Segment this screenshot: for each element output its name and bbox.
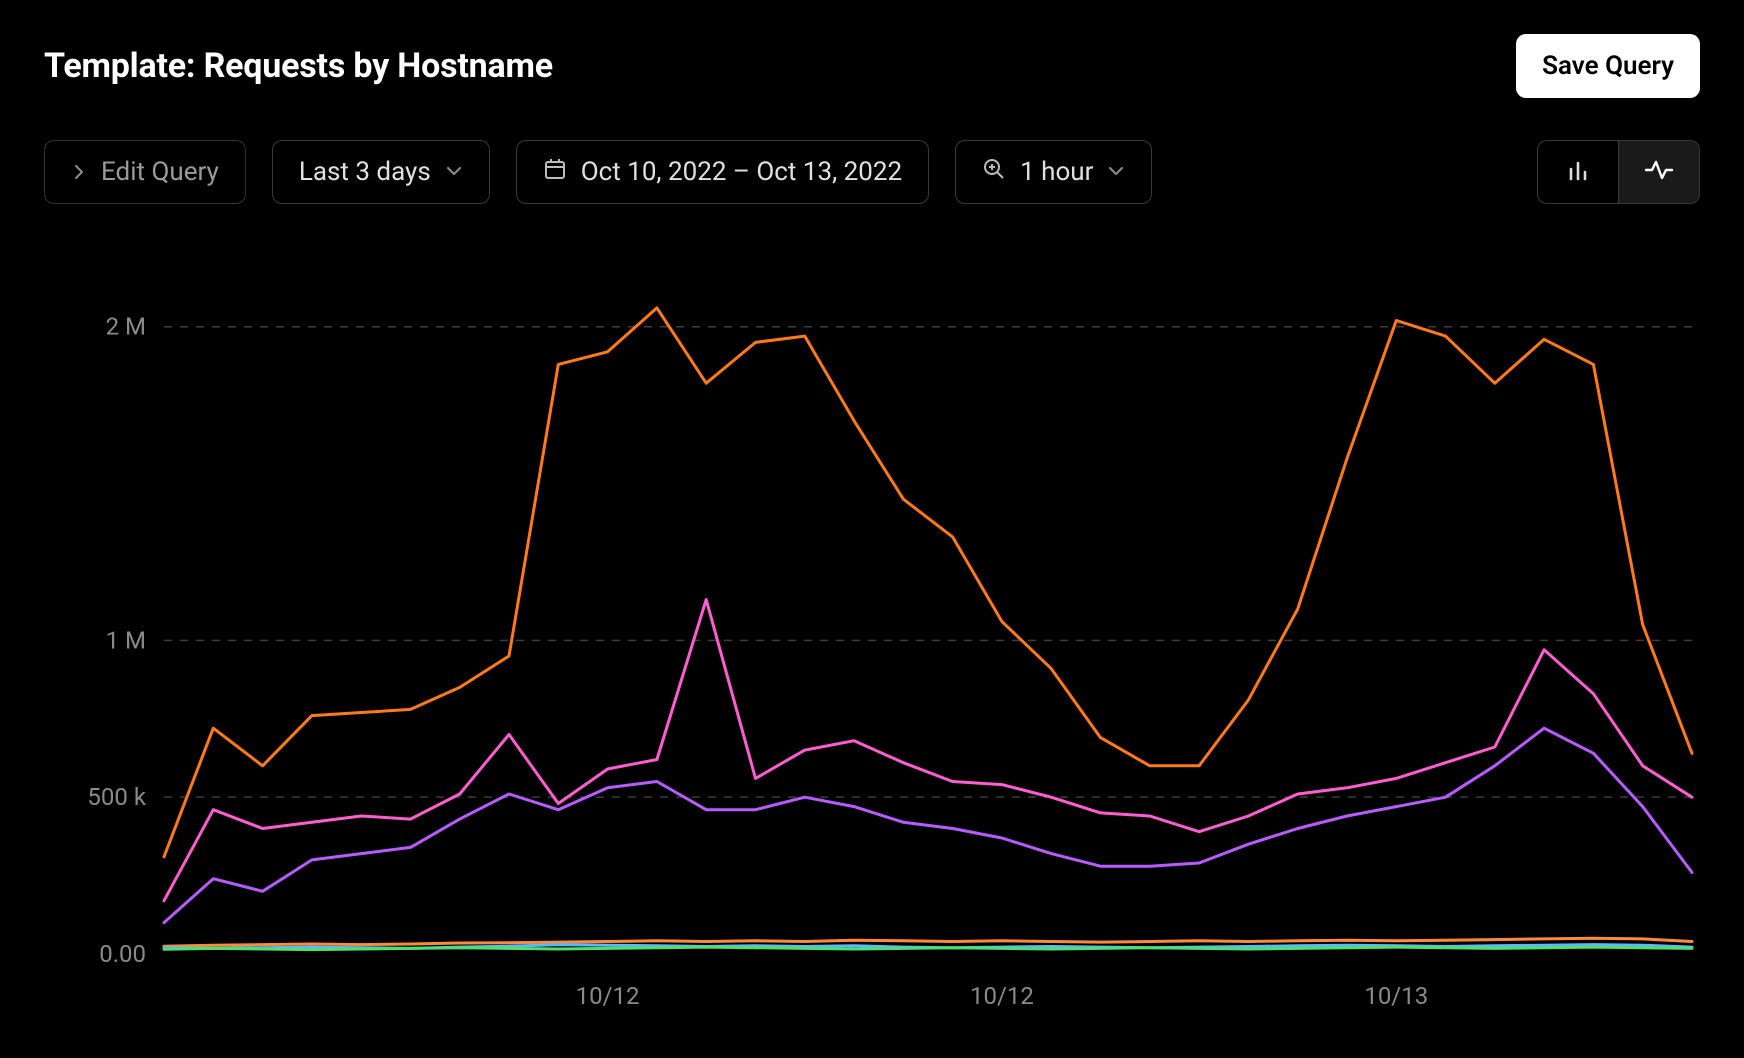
- chart[interactable]: 0.00 500 k 1 M 2 M 10/12 10/12 10/13: [44, 234, 1700, 1034]
- x-axis-tick-label: 10/12: [576, 982, 640, 1010]
- chart-type-toggle: [1537, 140, 1700, 204]
- chevron-down-icon: [1107, 157, 1125, 187]
- save-query-button[interactable]: Save Query: [1516, 34, 1700, 98]
- interval-select[interactable]: 1 hour: [955, 140, 1152, 204]
- time-range-label: Last 3 days: [299, 157, 431, 187]
- chevron-right-icon: [71, 157, 87, 187]
- zoom-in-icon: [982, 157, 1006, 188]
- edit-query-label: Edit Query: [101, 157, 219, 187]
- line-chart-icon: [1644, 157, 1674, 187]
- bar-chart-toggle[interactable]: [1538, 141, 1618, 203]
- series-line-host-b: [164, 600, 1692, 901]
- series-line-host-f: [164, 947, 1692, 950]
- x-axis-tick-label: 10/13: [1364, 982, 1428, 1010]
- series-line-host-a: [164, 308, 1692, 857]
- y-axis-tick-label: 2 M: [106, 313, 146, 341]
- calendar-icon: [543, 157, 567, 188]
- line-chart-toggle[interactable]: [1619, 141, 1699, 203]
- date-range-picker[interactable]: Oct 10, 2022 – Oct 13, 2022: [516, 140, 929, 204]
- date-range-label: Oct 10, 2022 – Oct 13, 2022: [581, 157, 902, 187]
- chevron-down-icon: [445, 157, 463, 187]
- y-axis-tick-label: 0.00: [99, 940, 146, 968]
- page-title: Template: Requests by Hostname: [44, 46, 553, 86]
- time-range-select[interactable]: Last 3 days: [272, 140, 490, 204]
- save-query-label: Save Query: [1542, 51, 1674, 81]
- edit-query-button[interactable]: Edit Query: [44, 140, 246, 204]
- interval-label: 1 hour: [1020, 157, 1093, 187]
- x-axis-tick-label: 10/12: [970, 982, 1034, 1010]
- bar-chart-icon: [1565, 157, 1591, 187]
- y-axis-tick-label: 500 k: [87, 783, 146, 811]
- y-axis-tick-label: 1 M: [106, 626, 146, 654]
